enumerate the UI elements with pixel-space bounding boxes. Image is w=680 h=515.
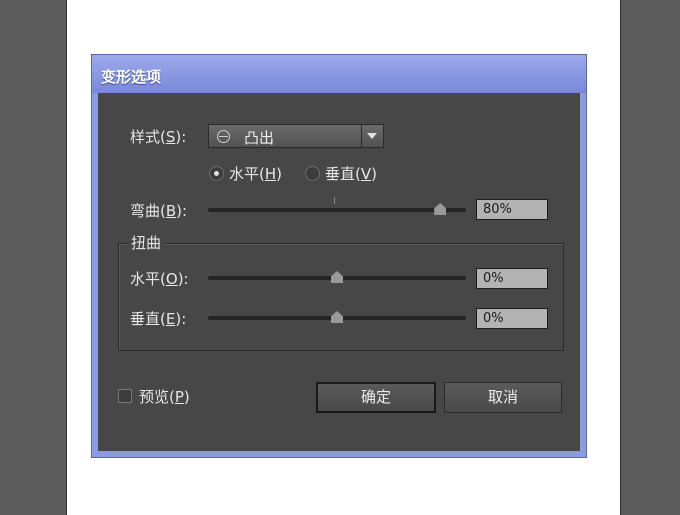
style-label: 样式(S): xyxy=(130,128,187,146)
bend-slider-track[interactable] xyxy=(208,208,466,212)
distortion-group xyxy=(118,243,564,351)
distortion-horizontal-field[interactable]: 0% xyxy=(476,268,548,289)
distortion-horizontal-thumb[interactable] xyxy=(331,271,343,283)
bulge-icon xyxy=(217,130,230,143)
warp-options-dialog: 变形选项 样式(S): 凸出 水平(H) 垂直(V) 弯曲(B): 80% 扭曲… xyxy=(92,55,586,457)
radio-vertical-label[interactable]: 垂直(V) xyxy=(325,163,377,184)
radio-vertical[interactable] xyxy=(305,166,320,181)
distortion-horizontal-label: 水平(O): xyxy=(130,270,189,288)
bend-slider-thumb[interactable] xyxy=(434,203,447,215)
dropdown-button[interactable] xyxy=(361,125,383,147)
radio-horizontal[interactable] xyxy=(209,166,224,181)
bend-center-tick xyxy=(334,197,335,204)
preview-checkbox[interactable] xyxy=(118,389,132,403)
distortion-vertical-field[interactable]: 0% xyxy=(476,308,548,329)
style-selected-value: 凸出 xyxy=(244,129,275,147)
preview-label[interactable]: 预览(P) xyxy=(139,386,190,407)
distortion-vertical-label: 垂直(E): xyxy=(130,310,187,328)
distortion-vertical-thumb[interactable] xyxy=(331,311,343,323)
distortion-group-title: 扭曲 xyxy=(127,232,166,253)
radio-horizontal-label[interactable]: 水平(H) xyxy=(229,163,282,184)
bend-label: 弯曲(B): xyxy=(130,202,188,220)
cancel-button[interactable]: 取消 xyxy=(444,382,562,413)
ok-button[interactable]: 确定 xyxy=(316,382,436,413)
style-dropdown[interactable]: 凸出 xyxy=(208,124,384,148)
dialog-body: 样式(S): 凸出 水平(H) 垂直(V) 弯曲(B): 80% 扭曲 水平(O… xyxy=(98,93,580,451)
dialog-title: 变形选项 xyxy=(101,68,162,86)
chevron-down-icon xyxy=(367,133,377,139)
dialog-title-bar[interactable]: 变形选项 xyxy=(92,55,586,93)
bend-value-field[interactable]: 80% xyxy=(476,199,548,220)
